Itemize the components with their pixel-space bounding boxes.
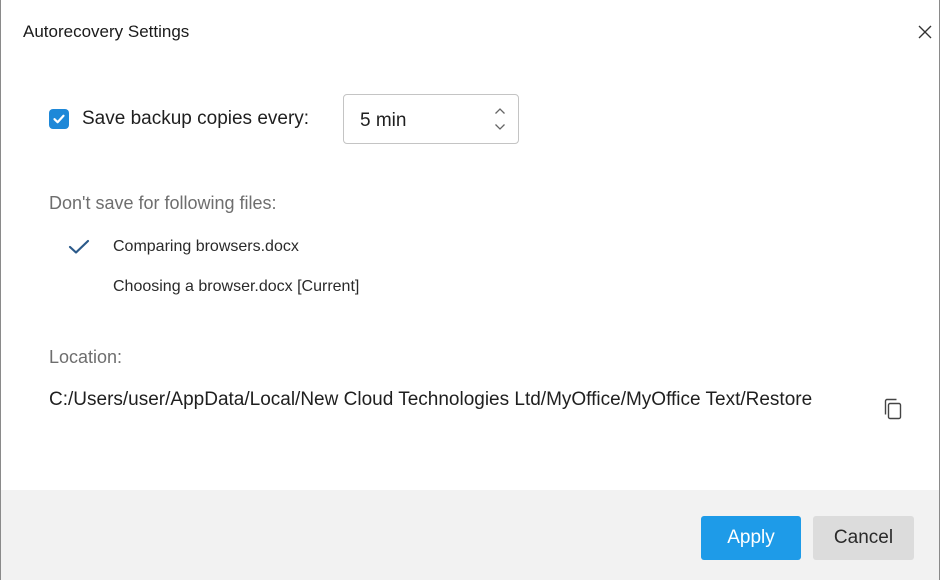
dialog-title: Autorecovery Settings bbox=[23, 22, 190, 41]
exclusions-label: Don't save for following files: bbox=[49, 193, 277, 213]
save-backup-label: Save backup copies every: bbox=[82, 108, 310, 129]
dialog-footer: Apply Cancel bbox=[1, 490, 939, 580]
chevron-down-icon bbox=[495, 124, 505, 130]
backup-interval-row: Save backup copies every: bbox=[49, 94, 309, 144]
location-path: C:/Users/user/AppData/Local/New Cloud Te… bbox=[49, 389, 813, 410]
exclusion-file-item[interactable]: Choosing a browser.docx [Current] bbox=[67, 275, 359, 299]
copy-icon bbox=[884, 398, 902, 420]
cancel-button[interactable]: Cancel bbox=[813, 516, 914, 560]
autorecovery-dialog: Autorecovery Settings Save backup copies… bbox=[0, 0, 940, 580]
apply-button[interactable]: Apply bbox=[701, 516, 801, 560]
exclusion-file-item[interactable]: Comparing browsers.docx bbox=[67, 235, 299, 259]
close-button[interactable] bbox=[913, 20, 937, 44]
chevron-up-icon bbox=[495, 108, 505, 114]
save-backup-checkbox[interactable] bbox=[49, 109, 69, 129]
backup-interval-value: 5 min bbox=[360, 110, 407, 131]
location-label: Location: bbox=[49, 347, 123, 367]
file-name: Choosing a browser.docx [Current] bbox=[113, 278, 360, 295]
checkmark-icon bbox=[53, 114, 65, 124]
file-name: Comparing browsers.docx bbox=[113, 238, 299, 255]
increment-button[interactable] bbox=[490, 103, 510, 119]
decrement-button[interactable] bbox=[490, 119, 510, 135]
close-icon bbox=[918, 25, 932, 39]
backup-interval-spinner[interactable]: 5 min bbox=[343, 94, 519, 144]
copy-path-button[interactable] bbox=[881, 396, 905, 422]
check-icon bbox=[67, 235, 91, 259]
